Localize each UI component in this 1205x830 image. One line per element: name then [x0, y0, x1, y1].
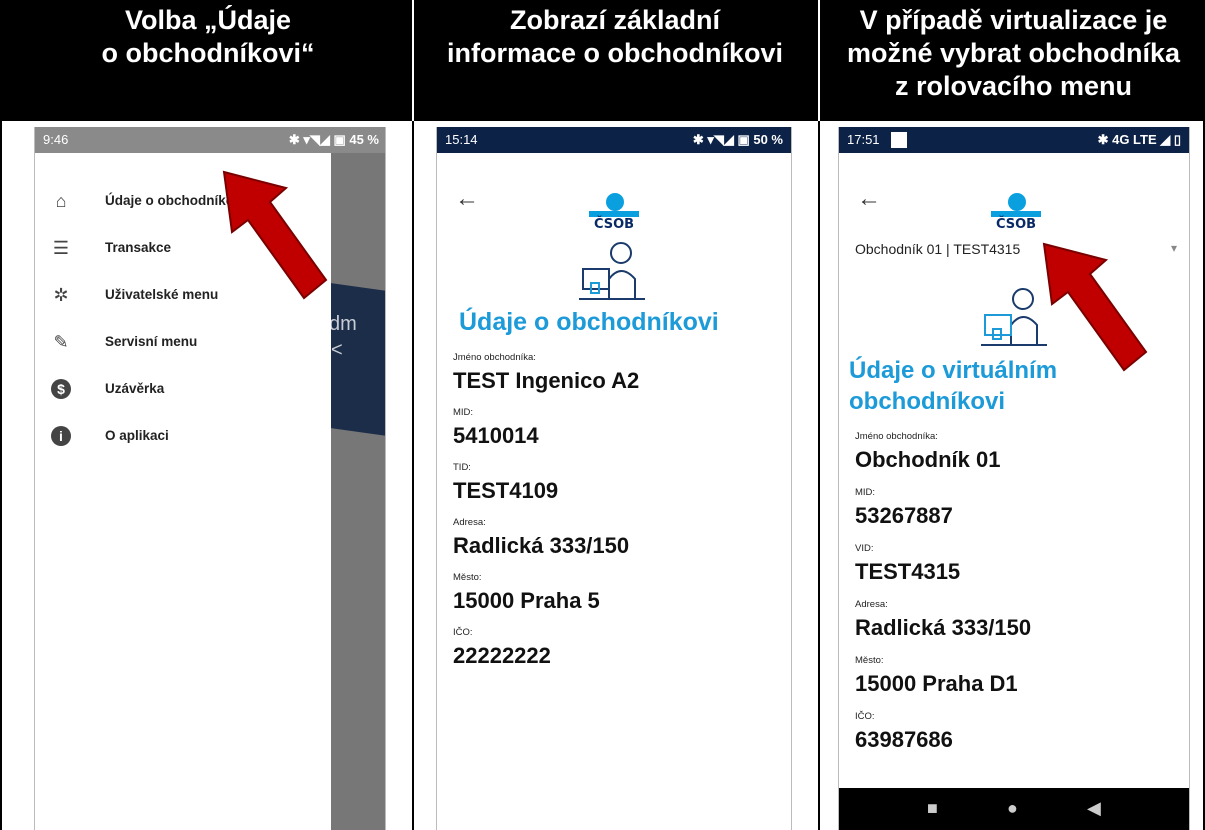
field-value: TEST4109 [453, 478, 559, 503]
status-bar: 15:14 ✱ ▾◥◢ ▣ 50 % [437, 127, 791, 153]
bg-chevron: < [331, 339, 343, 361]
back-icon[interactable]: ◀ [1087, 798, 1101, 819]
system-nav-bar: ■ ● ◀ [839, 788, 1189, 830]
red-arrow-2 [1042, 242, 1148, 372]
notification-icon [891, 132, 907, 148]
header-2: Zobrazí základní informace o obchodníkovi [446, 5, 784, 68]
field-label: Město: [453, 572, 482, 583]
red-arrow-1 [222, 170, 328, 300]
status-time: 15:14 [445, 132, 478, 147]
back-arrow-icon[interactable]: ← [455, 187, 479, 211]
field-value: 5410014 [453, 423, 539, 448]
status-icons: ✱ ▾◥◢ ▣ 45 % [288, 132, 379, 147]
header-3: V případě virtualizace je možné vybrat ob… [846, 5, 1181, 101]
chevron-down-icon: ▾ [1170, 241, 1177, 255]
home-icon[interactable]: ● [1007, 798, 1018, 819]
dropdown-value: Obchodník 01 | TEST4315 [855, 241, 1021, 257]
menu-item-label: Uživatelské menu [105, 287, 219, 302]
menu-item[interactable]: $ Uzávěrka [35, 369, 325, 413]
menu-item-label: O aplikaci [105, 428, 169, 443]
dollar-circle-icon: $ [51, 379, 71, 399]
header-1: Volba „Údaje o obchodníkovi“ [101, 5, 315, 68]
logo-text: ČSOB [593, 217, 635, 232]
field-value: 53267887 [855, 503, 953, 528]
field-label: Adresa: [855, 599, 888, 610]
menu-item-label: Servisní menu [105, 334, 198, 349]
field-value: Radlická 333/150 [453, 533, 630, 558]
field-value: 15000 Praha D1 [855, 671, 1018, 696]
info-icon: i [51, 426, 71, 446]
status-icons: ✱ ▾◥◢ ▣ 50 % [692, 132, 783, 147]
phone-menu: dm < 9:46 ✱ ▾◥◢ ▣ 45 % ⌂ Údaje o obchodní… [34, 127, 386, 830]
list-icon: ☰ [52, 238, 70, 258]
recent-apps-icon[interactable]: ■ [927, 798, 938, 819]
logo-text: ČSOB [995, 217, 1037, 232]
phone-virtual-merchant: 17:51 ✱ 4G LTE ◢ ▯ ← ČSOB Obchodník 01 |… [838, 127, 1190, 830]
merchant-icon: ⌂ [55, 191, 67, 211]
back-arrow-icon[interactable]: ← [857, 187, 881, 211]
field-label: TID: [453, 462, 471, 473]
field-label: VID: [855, 543, 874, 554]
menu-item-label: Transakce [105, 240, 172, 255]
menu-item[interactable]: ✎ Servisní menu [35, 322, 325, 366]
field-value: Radlická 333/150 [855, 615, 1032, 640]
status-time: 9:46 [43, 132, 69, 147]
gear-icon: ✲ [53, 285, 69, 305]
field-value: TEST4315 [855, 559, 961, 584]
page-title-line1: Údaje o virtuálním [849, 357, 1058, 384]
field-label: Adresa: [453, 517, 486, 528]
csob-logo: ČSOB [589, 193, 639, 233]
field-value: Obchodník 01 [855, 447, 1001, 472]
field-label: IČO: [855, 711, 875, 722]
field-label: Město: [855, 655, 884, 666]
menu-item-label: Uzávěrka [105, 381, 165, 396]
wrench-icon: ✎ [53, 332, 69, 352]
field-label: Jméno obchodníka: [453, 352, 536, 363]
header-row: Volba „Údaje o obchodníkovi“ Zobrazí zákl… [0, 0, 1205, 121]
phone-merchant-info: 15:14 ✱ ▾◥◢ ▣ 50 % ← ČSOB Údaje o obchod… [436, 127, 792, 830]
csob-logo: ČSOB [991, 193, 1041, 233]
field-value: 15000 Praha 5 [453, 588, 600, 613]
figure: Volba „Údaje o obchodníkovi“ Zobrazí zákl… [0, 0, 1205, 830]
merchant-illustration-icon [579, 242, 645, 300]
field-label: MID: [855, 487, 876, 498]
status-icons: ✱ 4G LTE ◢ ▯ [1097, 132, 1181, 147]
status-bar: 9:46 ✱ ▾◥◢ ▣ 45 % [35, 127, 385, 153]
bg-text: dm [329, 313, 357, 335]
field-value: 63987686 [855, 727, 953, 752]
field-label: IČO: [453, 627, 473, 638]
status-bar: 17:51 ✱ 4G LTE ◢ ▯ [839, 127, 1189, 153]
field-value: TEST Ingenico A2 [453, 368, 640, 393]
status-time: 17:51 [847, 132, 880, 147]
page-title-line2: obchodníkovi [849, 388, 1005, 415]
menu-item[interactable]: i O aplikaci [35, 416, 325, 460]
field-label: Jméno obchodníka: [855, 431, 938, 442]
page-title: Údaje o obchodníkovi [459, 308, 719, 336]
field-value: 22222222 [453, 643, 551, 668]
field-label: MID: [453, 407, 474, 418]
